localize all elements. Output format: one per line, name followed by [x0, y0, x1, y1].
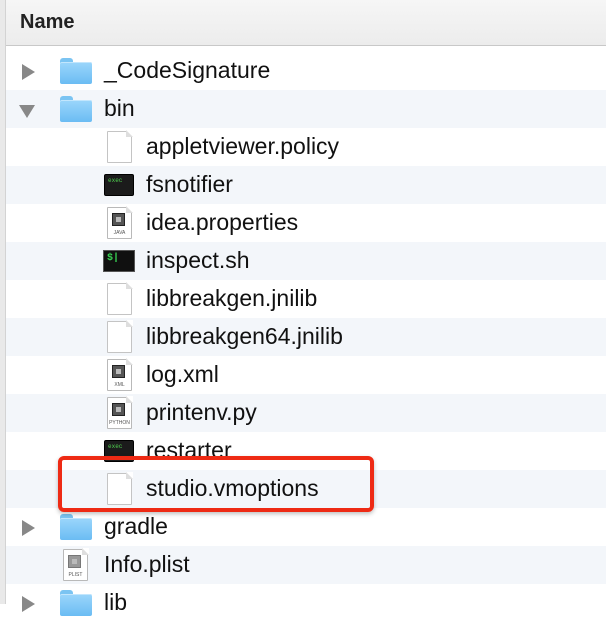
item-label: printenv.py: [146, 399, 257, 425]
item-label: studio.vmoptions: [146, 475, 319, 501]
unix-executable-icon: exec: [104, 174, 134, 196]
list-item-restarter[interactable]: exec restarter: [6, 432, 606, 470]
list-item-libbreakgen64-jnilib[interactable]: libbreakgen64.jnilib: [6, 318, 606, 356]
item-label: libbreakgen.jnilib: [146, 285, 318, 311]
list-item-gradle[interactable]: gradle: [6, 508, 606, 546]
name-column-header[interactable]: Name: [20, 11, 74, 34]
item-label: libbreakgen64.jnilib: [146, 323, 343, 349]
list-item-idea-properties[interactable]: JAVA idea.properties: [6, 204, 606, 242]
python-file-icon: PYTHON: [107, 396, 133, 429]
item-label: _CodeSignature: [104, 57, 271, 83]
folder-icon: [60, 590, 92, 616]
item-label: bin: [104, 95, 135, 121]
disclosure-triangle-expanded-icon[interactable]: [19, 105, 35, 118]
item-label: idea.properties: [146, 209, 299, 235]
java-file-icon: JAVA: [107, 206, 133, 239]
item-label: lib: [104, 589, 128, 615]
list-item-printenv-py[interactable]: PYTHON printenv.py: [6, 394, 606, 432]
folder-icon: [60, 96, 92, 122]
list-item-log-xml[interactable]: XML log.xml: [6, 356, 606, 394]
item-label: appletviewer.policy: [146, 133, 340, 159]
item-label: gradle: [104, 513, 168, 539]
list-item-codesignature[interactable]: _CodeSignature: [6, 52, 606, 90]
disclosure-triangle-collapsed-icon[interactable]: [22, 64, 35, 80]
list-item-appletviewer-policy[interactable]: appletviewer.policy: [6, 128, 606, 166]
plist-file-icon: PLIST: [63, 548, 89, 581]
list-item-fsnotifier[interactable]: exec fsnotifier: [6, 166, 606, 204]
disclosure-triangle-collapsed-icon[interactable]: [22, 596, 35, 612]
document-icon: [107, 282, 133, 315]
terminal-script-icon: $|: [103, 250, 135, 272]
column-header-bar: Name: [6, 0, 606, 46]
xml-file-icon: XML: [107, 358, 133, 391]
document-icon: [107, 320, 133, 353]
document-icon: [107, 130, 133, 163]
item-label: log.xml: [146, 361, 219, 387]
list-item-inspect-sh[interactable]: $| inspect.sh: [6, 242, 606, 280]
folder-icon: [60, 514, 92, 540]
item-label: inspect.sh: [146, 247, 250, 273]
item-label: Info.plist: [104, 551, 190, 577]
list-item-bin[interactable]: bin: [6, 90, 606, 128]
list-item-studio-vmoptions[interactable]: studio.vmoptions: [6, 470, 606, 508]
disclosure-triangle-collapsed-icon[interactable]: [22, 520, 35, 536]
list-item-info-plist[interactable]: PLIST Info.plist: [6, 546, 606, 584]
unix-executable-icon: exec: [104, 440, 134, 462]
folder-icon: [60, 58, 92, 84]
file-list: _CodeSignature bin appletviewer.policy e…: [6, 52, 606, 622]
item-label: restarter: [146, 437, 232, 463]
list-item-lib[interactable]: lib: [6, 584, 606, 622]
item-label: fsnotifier: [146, 171, 233, 197]
list-item-libbreakgen-jnilib[interactable]: libbreakgen.jnilib: [6, 280, 606, 318]
document-icon: [107, 472, 133, 505]
